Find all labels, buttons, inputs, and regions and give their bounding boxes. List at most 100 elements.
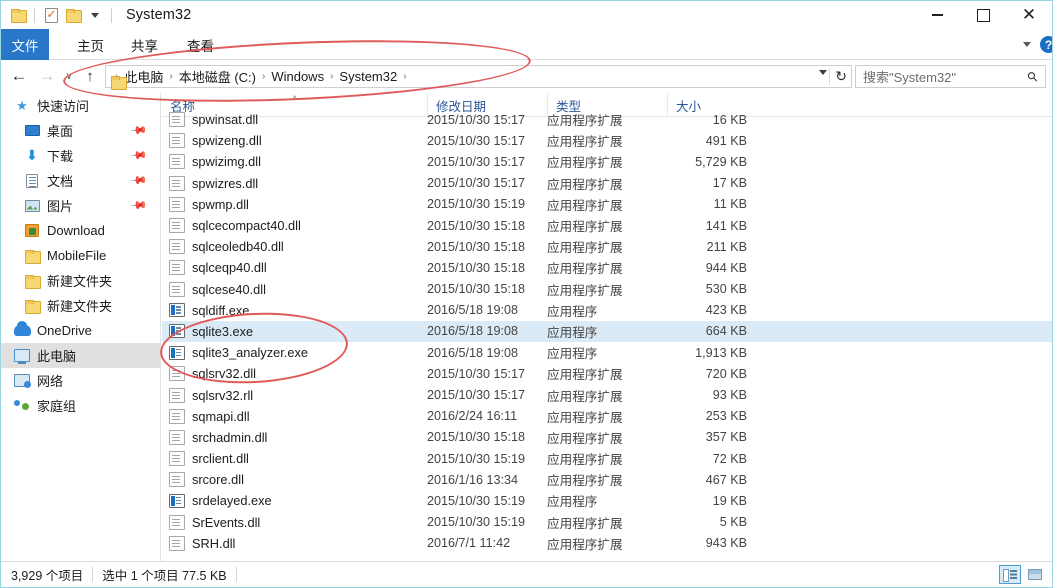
table-row[interactable]: srclient.dll 2015/10/30 15:19 应用程序扩展 72 … (162, 448, 1052, 469)
file-name-cell[interactable]: sqlite3_analyzer.exe (162, 345, 308, 360)
file-name-cell[interactable]: sqlceoledb40.dll (162, 239, 284, 255)
file-date-cell: 2016/7/1 11:42 (427, 536, 511, 551)
help-icon[interactable]: ? (1040, 36, 1052, 53)
file-name-cell[interactable]: spwizimg.dll (162, 154, 261, 170)
new-folder-icon[interactable] (62, 4, 84, 26)
table-row[interactable]: sqlceqp40.dll 2015/10/30 15:18 应用程序扩展 94… (162, 257, 1052, 278)
item-count-label: 3,929 个项目 (11, 569, 84, 583)
window-title: System32 (126, 7, 192, 23)
table-row[interactable]: spwizres.dll 2015/10/30 15:17 应用程序扩展 17 … (162, 173, 1052, 194)
file-name-cell[interactable]: sqlceqp40.dll (162, 260, 267, 276)
file-name-cell[interactable]: srdelayed.exe (162, 493, 272, 508)
sidebar-item-network[interactable]: 网络 (1, 368, 160, 393)
toolbar-divider-2 (111, 7, 112, 23)
dll-file-icon (169, 514, 185, 530)
sidebar-item-quick-access[interactable]: ★ 快速访问 (1, 93, 160, 118)
table-row[interactable]: SRH.dll 2016/7/1 11:42 应用程序扩展 943 KB (162, 533, 1052, 554)
file-name-cell[interactable]: SrEvents.dll (162, 514, 260, 530)
chevron-down-icon[interactable] (819, 69, 827, 75)
sidebar-item-downloads[interactable]: ⬇ 下载 📌 (1, 143, 160, 168)
table-row[interactable]: sqlcese40.dll 2015/10/30 15:18 应用程序扩展 53… (162, 279, 1052, 300)
file-name-cell[interactable]: sqlsrv32.dll (162, 366, 256, 382)
table-row[interactable]: sqldiff.exe 2016/5/18 19:08 应用程序 423 KB (162, 300, 1052, 321)
table-row[interactable]: srchadmin.dll 2015/10/30 15:18 应用程序扩展 35… (162, 427, 1052, 448)
sidebar-item-desktop[interactable]: 桌面 📌 (1, 118, 160, 143)
sidebar-item-documents[interactable]: 文档 📌 (1, 168, 160, 193)
file-date-cell: 2016/5/18 19:08 (427, 324, 519, 339)
file-name-cell[interactable]: sqlite3.exe (162, 324, 253, 339)
file-name-cell[interactable]: sqmapi.dll (162, 408, 250, 424)
pin-icon[interactable]: 📌 (130, 196, 149, 215)
table-row[interactable]: spwizeng.dll 2015/10/30 15:17 应用程序扩展 491… (162, 130, 1052, 151)
file-name-cell[interactable]: spwinsat.dll (162, 112, 258, 128)
sidebar-item-download[interactable]: Download (1, 218, 160, 243)
file-list-pane[interactable]: 名称 ˄ 修改日期 类型 大小 spwinsat.dll 2015/10/30 … (162, 93, 1052, 561)
up-button[interactable]: ↑ (77, 62, 103, 90)
navigation-pane[interactable]: ★ 快速访问 桌面 📌 ⬇ 下载 📌 文档 📌 图片 📌 Download Mo… (1, 93, 161, 561)
table-row[interactable]: sqlite3_analyzer.exe 2016/5/18 19:08 应用程… (162, 342, 1052, 363)
tab-file[interactable]: 文件 (1, 29, 49, 60)
refresh-icon[interactable]: ↻ (835, 68, 847, 85)
tab-home[interactable]: 主页 (77, 29, 104, 60)
table-row[interactable]: spwizimg.dll 2015/10/30 15:17 应用程序扩展 5,7… (162, 151, 1052, 172)
sidebar-item-pictures[interactable]: 图片 📌 (1, 193, 160, 218)
sidebar-item-this-pc[interactable]: 此电脑 (1, 343, 160, 368)
file-name-cell[interactable]: sqlcecompact40.dll (162, 218, 301, 234)
table-row[interactable]: SrEvents.dll 2015/10/30 15:19 应用程序扩展 5 K… (162, 512, 1052, 533)
table-row[interactable]: sqlcecompact40.dll 2015/10/30 15:18 应用程序… (162, 215, 1052, 236)
search-icon[interactable]: ⚲ (1024, 67, 1042, 85)
sidebar-item-homegroup[interactable]: 家庭组 (1, 393, 160, 418)
back-button[interactable]: ← (5, 62, 33, 90)
sidebar-item-onedrive[interactable]: OneDrive (1, 318, 160, 343)
file-name-cell[interactable]: sqldiff.exe (162, 303, 249, 318)
file-name-cell[interactable]: srchadmin.dll (162, 429, 267, 445)
table-row[interactable]: srdelayed.exe 2015/10/30 15:19 应用程序 19 K… (162, 490, 1052, 511)
file-name-cell[interactable]: SRH.dll (162, 535, 235, 551)
file-name-cell[interactable]: srcore.dll (162, 472, 244, 488)
file-name-cell[interactable]: srclient.dll (162, 451, 249, 467)
pin-icon[interactable]: 📌 (130, 171, 149, 190)
file-name-cell[interactable]: sqlcese40.dll (162, 281, 266, 297)
tab-share[interactable]: 共享 (131, 29, 158, 60)
maximize-button[interactable] (960, 1, 1006, 29)
details-view-icon[interactable] (999, 565, 1021, 584)
file-date-cell: 2015/10/30 15:17 (427, 154, 526, 169)
search-box[interactable]: 搜索"System32" ⚲ (855, 64, 1046, 88)
pin-icon[interactable]: 📌 (130, 146, 149, 165)
properties-icon[interactable] (40, 4, 62, 26)
pin-icon[interactable]: 📌 (130, 121, 149, 140)
table-row[interactable]: sqlsrv32.dll 2015/10/30 15:17 应用程序扩展 720… (162, 363, 1052, 384)
breadcrumb-item-local-disk[interactable]: 本地磁盘 (C:) (175, 67, 260, 86)
table-row[interactable]: sqlsrv32.rll 2015/10/30 15:17 应用程序扩展 93 … (162, 384, 1052, 405)
table-row[interactable]: spwinsat.dll 2015/10/30 15:17 应用程序扩展 16 … (162, 109, 1052, 130)
minimize-button[interactable] (914, 1, 960, 29)
sidebar-item-label: Download (47, 223, 105, 238)
tab-view[interactable]: 查看 (187, 29, 214, 60)
customize-caret-icon[interactable] (84, 4, 106, 26)
file-date-cell: 2015/10/30 15:18 (427, 430, 526, 445)
sidebar-item-new-folder-1[interactable]: 新建文件夹 (1, 268, 160, 293)
table-row-selected[interactable]: sqlite3.exe 2016/5/18 19:08 应用程序 664 KB (162, 320, 1052, 343)
recent-locations-icon[interactable]: ∨ (61, 62, 77, 90)
file-name-cell[interactable]: spwizeng.dll (162, 133, 262, 149)
chevron-down-icon[interactable] (1023, 42, 1031, 47)
table-row[interactable]: sqmapi.dll 2016/2/24 16:11 应用程序扩展 253 KB (162, 406, 1052, 427)
close-button[interactable]: ✕ (1006, 1, 1052, 29)
breadcrumb-item-system32[interactable]: System32 (335, 69, 401, 84)
table-row[interactable]: sqlceoledb40.dll 2015/10/30 15:18 应用程序扩展… (162, 236, 1052, 257)
sidebar-item-new-folder-2[interactable]: 新建文件夹 (1, 293, 160, 318)
breadcrumb[interactable]: › 此电脑 › 本地磁盘 (C:) › Windows › System32 ›… (105, 64, 852, 88)
folder-icon[interactable] (7, 4, 29, 26)
table-row[interactable]: srcore.dll 2016/1/16 13:34 应用程序扩展 467 KB (162, 469, 1052, 490)
search-input[interactable]: 搜索"System32" (856, 67, 956, 86)
table-row[interactable]: spwmp.dll 2015/10/30 15:19 应用程序扩展 11 KB (162, 194, 1052, 215)
forward-button[interactable]: → (33, 62, 61, 90)
file-name-cell[interactable]: spwizres.dll (162, 175, 258, 191)
large-icons-view-icon[interactable] (1024, 565, 1046, 584)
sidebar-item-mobilefile[interactable]: MobileFile (1, 243, 160, 268)
file-name-cell[interactable]: spwmp.dll (162, 196, 249, 212)
breadcrumb-item-this-pc[interactable]: 此电脑 (120, 67, 167, 86)
breadcrumb-item-windows[interactable]: Windows (267, 69, 328, 84)
file-name-cell[interactable]: sqlsrv32.rll (162, 387, 253, 403)
exe-file-icon (169, 324, 185, 339)
